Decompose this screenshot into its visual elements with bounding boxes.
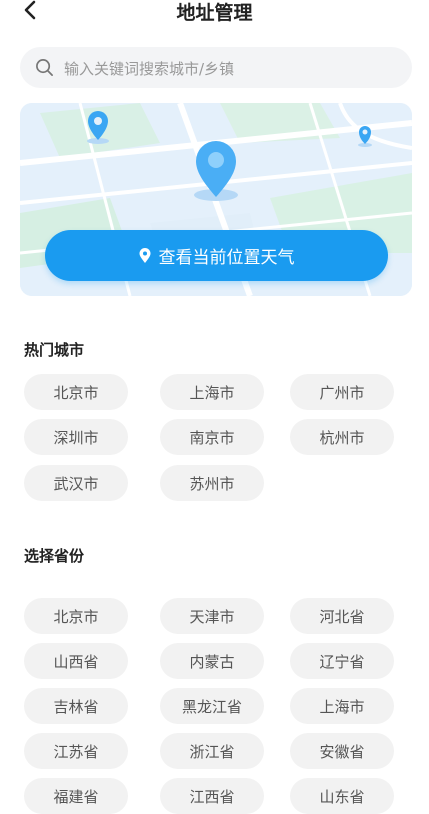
page-title: 地址管理 [176, 2, 253, 24]
hot-city-chip[interactable]: 北京市 [24, 374, 128, 410]
header: 地址管理 [0, 0, 429, 24]
search-icon [36, 59, 53, 76]
hot-city-chip[interactable]: 南京市 [160, 419, 264, 455]
province-chip[interactable]: 河北省 [290, 598, 394, 634]
province-chip[interactable]: 山西省 [24, 643, 128, 679]
view-current-weather-label: 查看当前位置天气 [158, 248, 295, 268]
province-chip[interactable]: 福建省 [24, 778, 128, 814]
search-input[interactable] [62, 47, 396, 90]
province-chip[interactable]: 安徽省 [290, 733, 394, 769]
province-chip[interactable]: 内蒙古 [160, 643, 264, 679]
hot-cities-title: 热门城市 [24, 341, 85, 359]
hot-city-chip[interactable]: 杭州市 [290, 419, 394, 455]
province-chip[interactable]: 上海市 [290, 688, 394, 724]
province-chip[interactable]: 江苏省 [24, 733, 128, 769]
hot-city-chip[interactable]: 深圳市 [24, 419, 128, 455]
hot-city-chip[interactable]: 苏州市 [160, 465, 264, 501]
province-chip[interactable]: 北京市 [24, 598, 128, 634]
province-chip[interactable]: 天津市 [160, 598, 264, 634]
search-bar[interactable] [20, 47, 412, 90]
hot-city-chip[interactable]: 广州市 [290, 374, 394, 410]
province-chip[interactable]: 江西省 [160, 778, 264, 814]
province-chip[interactable]: 浙江省 [160, 733, 264, 769]
province-chip[interactable]: 辽宁省 [290, 643, 394, 679]
province-chip[interactable]: 黑龙江省 [160, 688, 264, 724]
view-current-weather-button[interactable]: 查看当前位置天气 [45, 230, 388, 281]
hot-city-chip[interactable]: 武汉市 [24, 465, 128, 501]
hot-city-chip[interactable]: 上海市 [160, 374, 264, 410]
province-chip[interactable]: 吉林省 [24, 688, 128, 724]
province-chip[interactable]: 山东省 [290, 778, 394, 814]
location-pin-icon [139, 247, 150, 263]
provinces-title: 选择省份 [24, 547, 85, 565]
